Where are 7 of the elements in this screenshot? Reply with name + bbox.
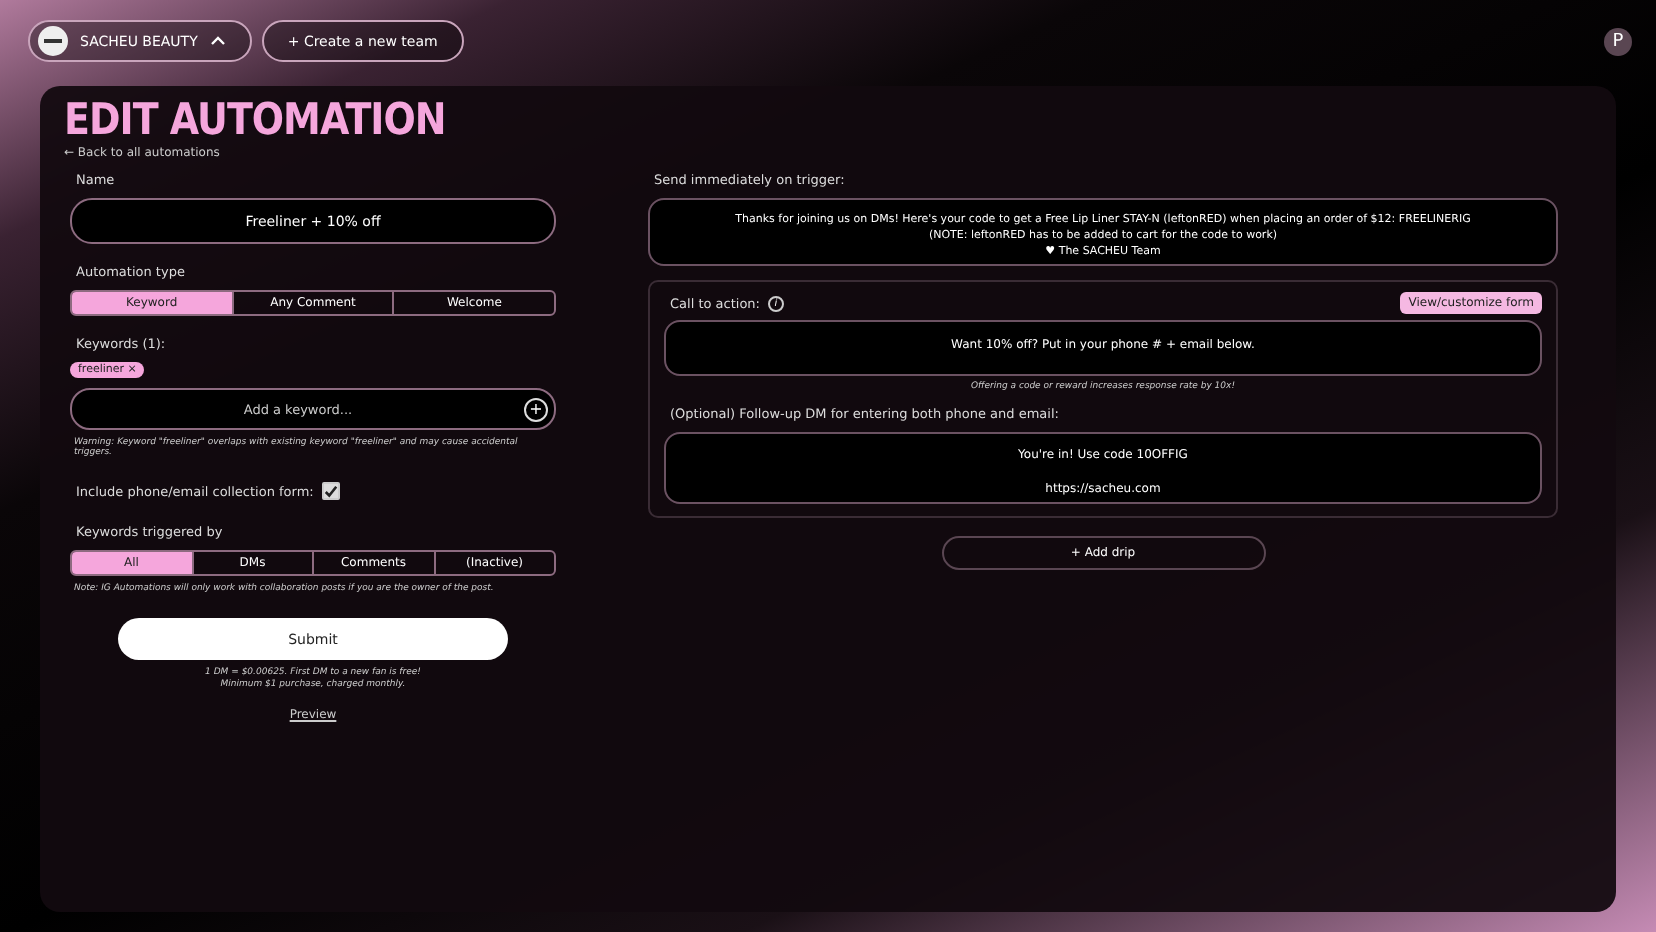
caret-icon	[209, 36, 226, 46]
user-avatar[interactable]: P	[1604, 27, 1632, 55]
checkbox[interactable]	[321, 482, 340, 500]
message-field[interactable]	[648, 198, 1558, 266]
page-title: EDIT AUTOMATION	[64, 94, 448, 146]
team-logo-icon	[38, 26, 68, 56]
add-keyword-button[interactable]: +	[524, 397, 548, 421]
